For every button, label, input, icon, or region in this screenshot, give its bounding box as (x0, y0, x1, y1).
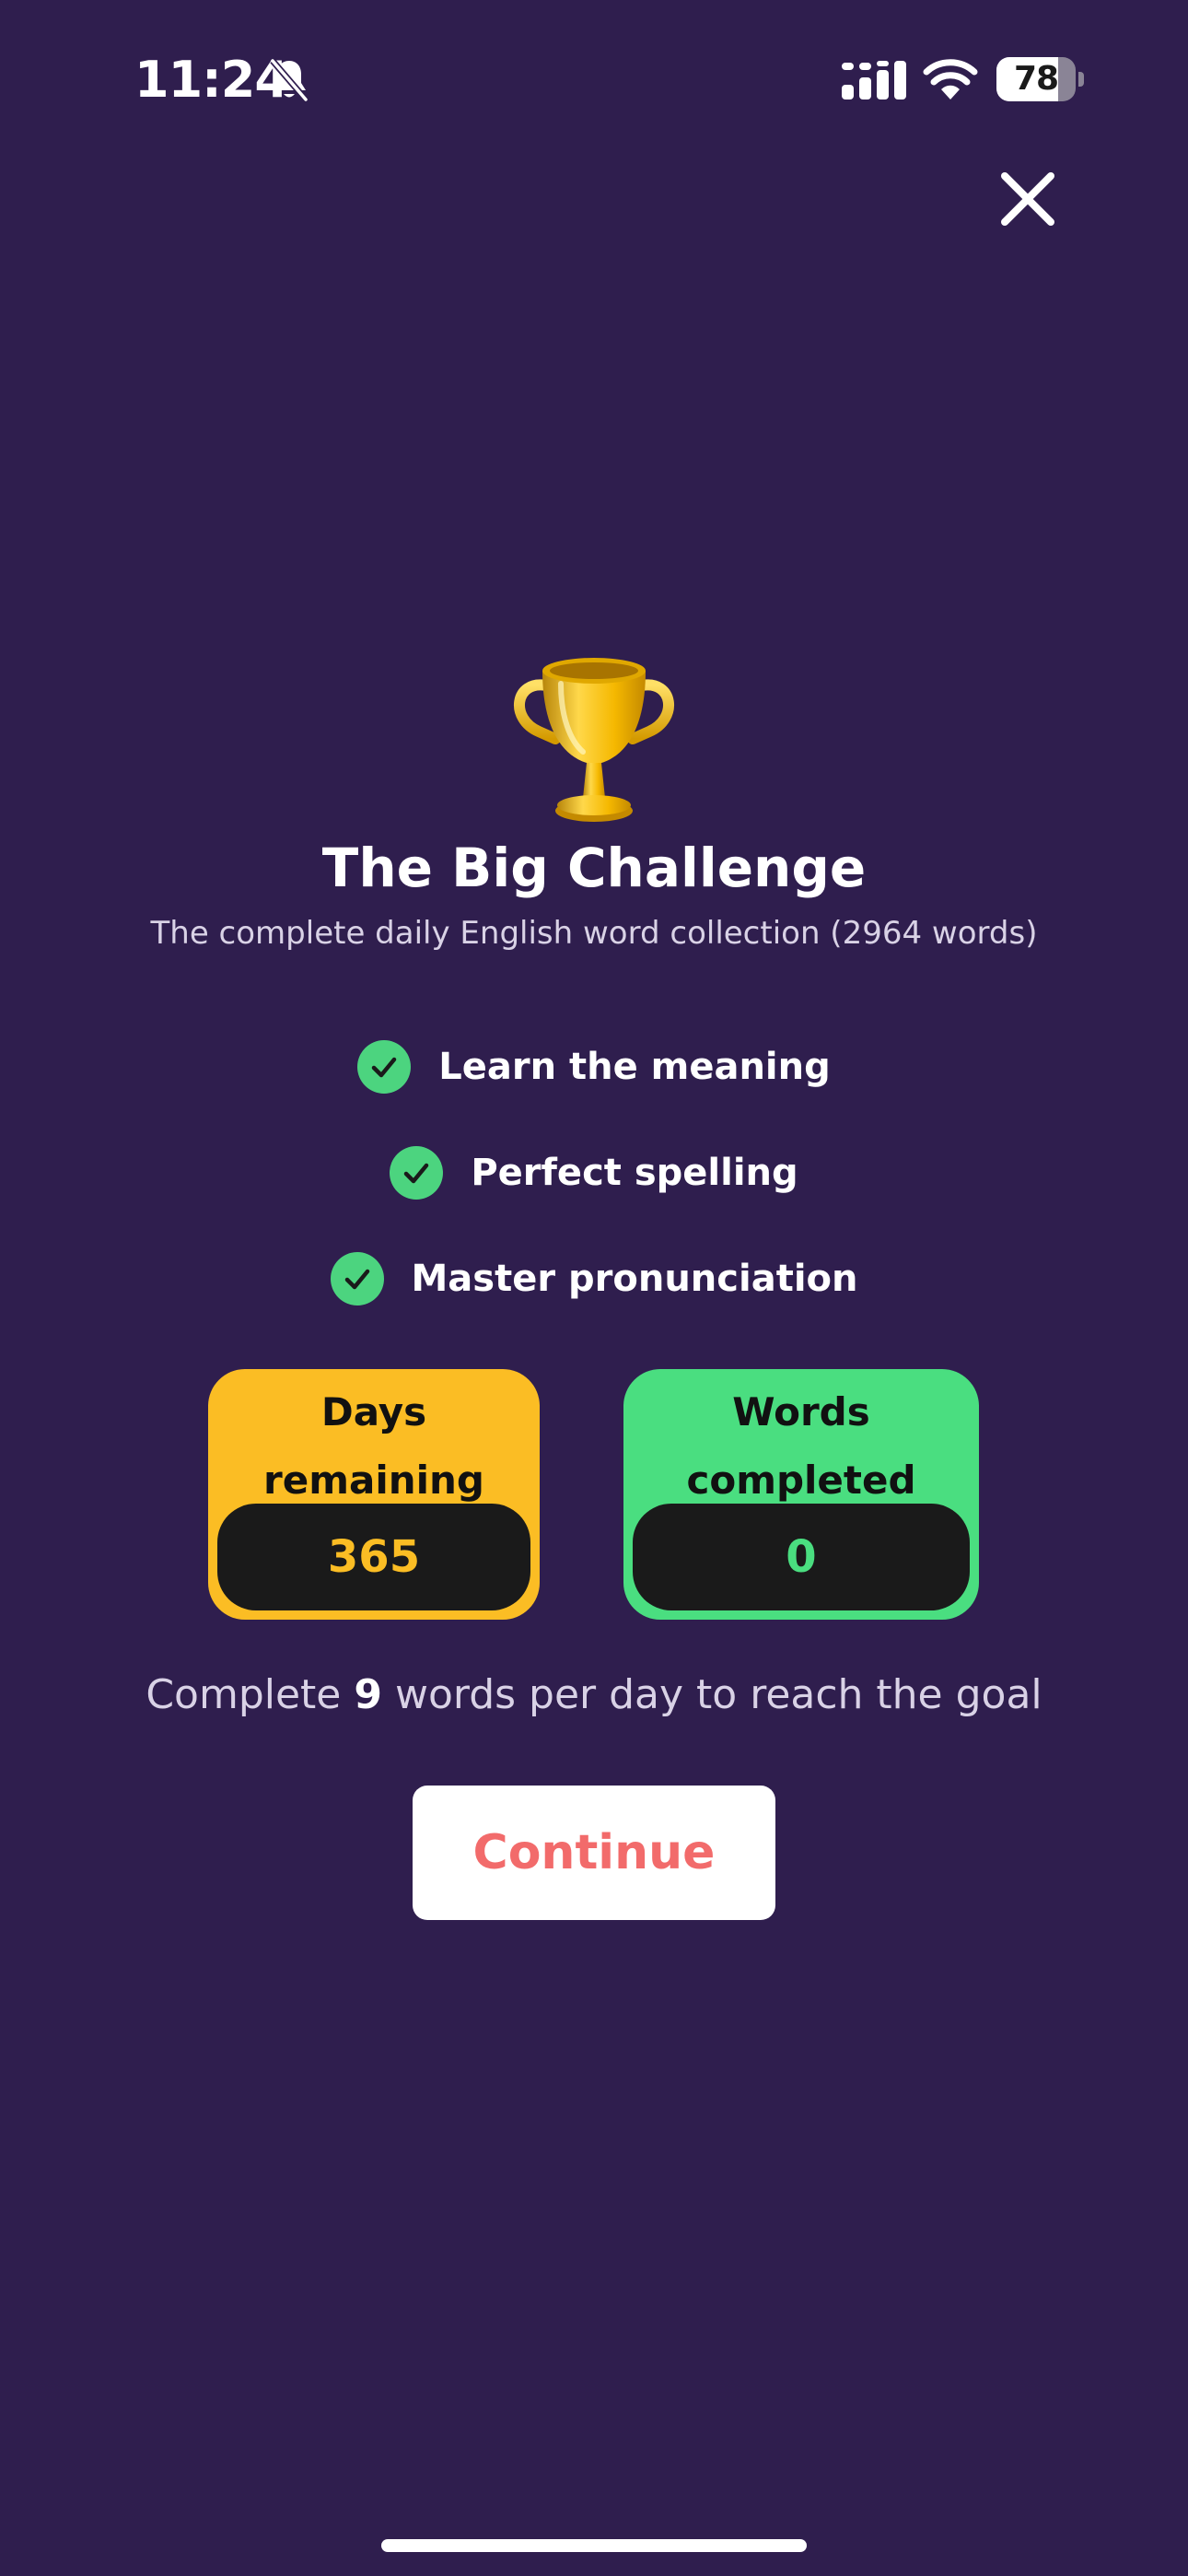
goal-count: 9 (354, 1671, 382, 1718)
check-icon (330, 1252, 384, 1306)
bell-slash-icon (270, 58, 309, 102)
days-remaining-card: Days remaining 365 (208, 1369, 540, 1620)
goal-suffix: words per day to reach the goal (382, 1671, 1042, 1718)
feature-label: Learn the meaning (438, 1046, 831, 1088)
challenge-title: The Big Challenge (321, 837, 867, 899)
continue-button[interactable]: Continue (413, 1786, 775, 1920)
close-icon[interactable] (991, 162, 1065, 236)
words-completed-value: 0 (633, 1504, 970, 1610)
words-completed-card: Words completed 0 (623, 1369, 979, 1620)
feature-perfect-spelling: Perfect spelling (0, 1143, 1188, 1202)
feature-learn-meaning: Learn the meaning (0, 1037, 1188, 1096)
words-completed-label: Words completed (686, 1389, 916, 1503)
check-icon (390, 1146, 444, 1200)
feature-label: Master pronunciation (411, 1258, 858, 1300)
feature-label: Perfect spelling (471, 1152, 798, 1194)
goal-prefix: Complete (146, 1671, 355, 1718)
days-remaining-value: 365 (217, 1504, 530, 1610)
battery-indicator: 78 (996, 57, 1085, 101)
cellular-signal-icon (842, 61, 906, 100)
battery-level: 78 (1013, 60, 1059, 98)
challenge-subtitle: The complete daily English word collecti… (150, 915, 1038, 952)
trophy-icon (514, 658, 674, 822)
home-indicator[interactable] (381, 2539, 807, 2552)
days-remaining-label: Days remaining (263, 1389, 484, 1503)
daily-goal-text: Complete 9 words per day to reach the go… (0, 1666, 1188, 1725)
check-icon (357, 1040, 412, 1094)
wifi-icon (923, 59, 978, 100)
feature-master-pronunciation: Master pronunciation (0, 1249, 1188, 1308)
status-time: 11:24 (134, 51, 289, 109)
